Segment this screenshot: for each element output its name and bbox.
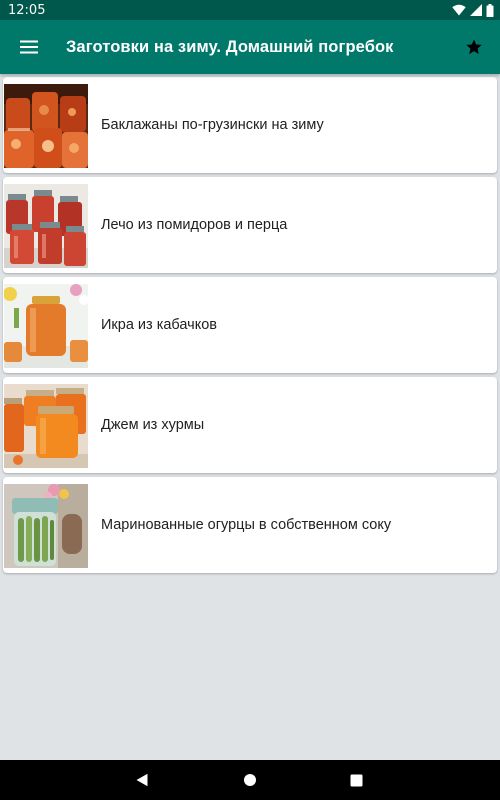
recipe-thumbnail	[4, 284, 88, 368]
recipe-thumbnail	[4, 384, 88, 468]
persimmon-jam-jars-photo	[4, 384, 88, 468]
pickled-cucumbers-jar-photo	[4, 484, 88, 568]
recipe-thumbnail	[4, 484, 88, 568]
cell-signal-icon	[470, 4, 482, 16]
recents-square-icon	[350, 774, 362, 786]
recipe-title: Икра из кабачков	[101, 317, 217, 333]
star-icon	[466, 39, 482, 54]
recipe-title: Джем из хурмы	[101, 417, 205, 433]
zucchini-caviar-jar-photo	[4, 284, 88, 368]
recipe-card[interactable]: Баклажаны по-грузински на зиму	[3, 77, 497, 173]
recipe-thumbnail	[4, 184, 88, 268]
status-icons	[452, 0, 494, 20]
recipe-title: Маринованные огурцы в собственном соку	[101, 517, 392, 533]
recipe-card[interactable]: Джем из хурмы	[3, 377, 497, 473]
app-bar: Заготовки на зиму. Домашний погребок	[0, 20, 500, 74]
recipe-title: Баклажаны по-грузински на зиму	[101, 117, 324, 133]
recipe-card[interactable]: Лечо из помидоров и перца	[3, 177, 497, 273]
recipe-card[interactable]: Икра из кабачков	[3, 277, 497, 373]
wifi-icon	[452, 4, 466, 16]
back-triangle-icon	[136, 773, 148, 787]
recents-button[interactable]	[336, 760, 376, 800]
eggplant-jars-photo	[4, 84, 88, 168]
lecho-jars-photo	[4, 184, 88, 268]
system-nav-bar	[0, 760, 500, 800]
status-bar: 12:05	[0, 0, 500, 20]
favorites-button[interactable]	[462, 35, 486, 59]
back-button[interactable]	[122, 760, 162, 800]
home-button[interactable]	[230, 760, 270, 800]
app-title: Заготовки на зиму. Домашний погребок	[66, 37, 394, 56]
battery-icon	[486, 3, 494, 17]
menu-button[interactable]	[0, 20, 60, 74]
status-time: 12:05	[8, 2, 46, 18]
hamburger-menu-icon	[20, 40, 38, 54]
recipe-card[interactable]: Маринованные огурцы в собственном соку	[3, 477, 497, 573]
home-circle-icon	[244, 774, 256, 786]
recipe-thumbnail	[4, 84, 88, 168]
recipe-title: Лечо из помидоров и перца	[101, 217, 288, 233]
